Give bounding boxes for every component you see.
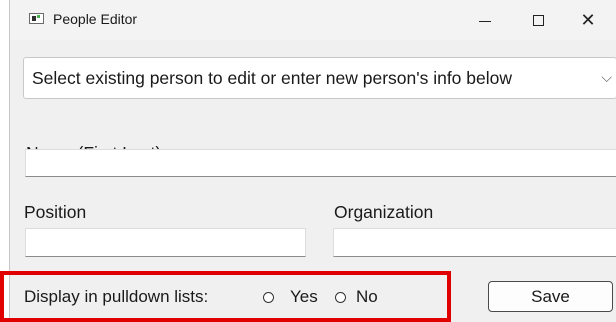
minimize-button[interactable] xyxy=(462,0,508,40)
chevron-down-icon: ⌵ xyxy=(601,69,612,85)
maximize-icon xyxy=(532,14,544,26)
minimize-icon xyxy=(479,20,491,22)
title-bar[interactable]: People Editor ✕ xyxy=(10,0,616,40)
window-title: People Editor xyxy=(53,11,138,27)
name-field[interactable] xyxy=(25,149,616,177)
position-field[interactable] xyxy=(25,228,306,257)
organization-field[interactable] xyxy=(333,228,616,257)
person-select-dropdown[interactable]: Select existing person to edit or enter … xyxy=(23,57,616,99)
close-icon: ✕ xyxy=(580,10,596,30)
save-button[interactable]: Save xyxy=(488,281,613,312)
organization-label: Organization xyxy=(334,202,434,222)
app-icon xyxy=(29,13,44,24)
maximize-button[interactable] xyxy=(515,0,561,40)
position-label: Position xyxy=(24,202,87,222)
person-select-value: Select existing person to edit or enter … xyxy=(32,68,513,88)
highlight-box xyxy=(0,271,451,322)
close-button[interactable]: ✕ xyxy=(565,0,611,40)
